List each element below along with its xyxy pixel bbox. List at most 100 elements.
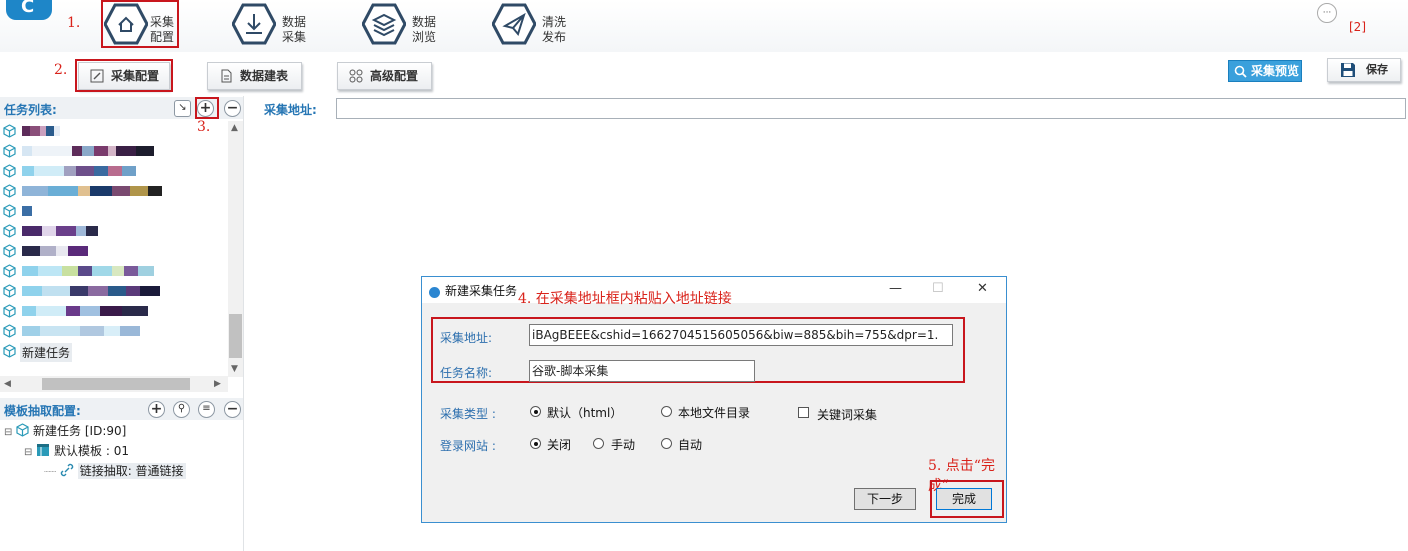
tab-data-table[interactable]: 数据建表 <box>207 62 302 90</box>
list-item[interactable] <box>0 181 228 201</box>
download-icon <box>232 3 276 45</box>
new-task-label: 新建任务 <box>20 343 73 362</box>
cube-icon <box>3 184 16 198</box>
cube-icon <box>3 344 16 358</box>
list-item[interactable] <box>0 221 228 241</box>
redacted-task-name <box>22 266 154 276</box>
collect-preview-label: 采集预览 <box>1251 64 1300 78</box>
tree-node-root[interactable]: ⊟ 新建任务 [ID:90] <box>4 422 126 440</box>
database-icon: ≡ <box>202 403 211 414</box>
list-item[interactable] <box>0 141 228 161</box>
add-link-button[interactable]: ⚲ <box>173 401 190 418</box>
collapse-icon[interactable]: ⊟ <box>4 427 12 438</box>
cube-icon <box>3 304 16 318</box>
cube-icon <box>3 164 16 178</box>
redacted-task-name <box>22 226 98 236</box>
list-item[interactable] <box>0 301 228 321</box>
list-item[interactable] <box>0 121 228 141</box>
radio-login-off[interactable] <box>530 438 541 449</box>
dialog-address-label: 采集地址: <box>440 331 493 345</box>
close-icon[interactable]: ✕ <box>977 281 988 296</box>
minimize-icon[interactable]: — <box>889 281 902 296</box>
collapse-icon[interactable]: ⊟ <box>24 447 32 458</box>
save-button[interactable]: 保存 <box>1327 58 1401 82</box>
list-item[interactable] <box>0 261 228 281</box>
redacted-task-name <box>22 146 154 156</box>
nav-data-collect[interactable]: 数据 采集 <box>232 2 312 46</box>
radio-default-html[interactable] <box>530 406 541 417</box>
list-item[interactable] <box>0 281 228 301</box>
message-icon[interactable]: ··· <box>1317 3 1337 23</box>
scroll-left-icon[interactable]: ◀ <box>4 379 11 389</box>
scroll-thumb[interactable] <box>42 378 190 390</box>
redacted-task-name <box>22 166 136 176</box>
add-template-button[interactable]: + <box>148 401 165 418</box>
cube-icon <box>3 244 16 258</box>
scroll-down-icon[interactable]: ▼ <box>231 364 238 374</box>
plus-icon: + <box>150 401 163 417</box>
list-item[interactable] <box>0 201 228 221</box>
scroll-right-icon[interactable]: ▶ <box>214 379 221 389</box>
save-label: 保存 <box>1366 63 1388 76</box>
redacted-task-name <box>22 206 32 216</box>
address-input[interactable] <box>336 98 1406 119</box>
login-site-label: 登录网站 : <box>440 439 496 453</box>
app-icon <box>429 287 440 298</box>
radio-default-html-label: 默认（html） <box>547 406 623 420</box>
nav-label-line2: 采集 <box>282 30 307 44</box>
keyword-collect-label: 关键词采集 <box>817 408 878 422</box>
annotation-box-step5 <box>930 480 1004 518</box>
radio-login-auto-label: 自动 <box>678 438 703 452</box>
dialog-name-input[interactable]: 谷歌-脚本采集 <box>529 360 755 382</box>
task-list[interactable]: 新建任务 <box>0 121 228 377</box>
import-task-button[interactable]: ↘ <box>174 100 191 117</box>
list-item[interactable] <box>0 241 228 261</box>
collect-type-label: 采集类型 : <box>440 407 496 421</box>
radio-login-manual-label: 手动 <box>611 438 636 452</box>
tree-node-link[interactable]: ┈┈ 链接抽取: 普通链接 <box>44 462 186 480</box>
task-list-vertical-scrollbar[interactable]: ▲ ▼ <box>228 121 243 377</box>
address-label: 采集地址: <box>264 103 317 117</box>
send-icon <box>492 3 536 45</box>
cube-icon <box>3 144 16 158</box>
app-logo <box>6 0 52 20</box>
scroll-thumb[interactable] <box>229 314 242 358</box>
remove-task-button[interactable]: − <box>224 100 241 117</box>
nav-label-line1: 清洗 <box>542 15 567 29</box>
annotation-box-step3 <box>195 97 219 119</box>
list-item-new-task[interactable]: 新建任务 <box>0 341 228 362</box>
table-icon <box>37 444 50 456</box>
next-step-button[interactable]: 下一步 <box>854 488 916 510</box>
minus-icon: − <box>226 100 239 116</box>
import-icon: ↘ <box>178 102 187 113</box>
keyword-collect-checkbox[interactable] <box>798 407 809 418</box>
nav-label-line1: 数据 <box>282 15 307 29</box>
tree-node-template[interactable]: ⊟ 默认模板 : 01 <box>24 442 129 460</box>
nav-clean-publish[interactable]: 清洗 发布 <box>492 2 572 46</box>
remove-template-button[interactable]: − <box>224 401 241 418</box>
collect-preview-button[interactable]: 采集预览 <box>1228 60 1302 82</box>
dialog-address-input[interactable]: iBAgBEEE&cshid=1662704515605056&biw=885&… <box>529 324 953 346</box>
list-item[interactable] <box>0 161 228 181</box>
radio-login-manual[interactable] <box>593 438 604 449</box>
nav-label-line2: 发布 <box>542 30 567 44</box>
template-panel-title: 模板抽取配置: <box>4 404 81 418</box>
document-icon <box>221 69 232 83</box>
layers-icon <box>362 3 406 45</box>
redacted-task-name <box>22 326 140 336</box>
maximize-icon[interactable]: ☐ <box>932 281 944 296</box>
task-list-horizontal-scrollbar[interactable]: ◀ ▶ <box>0 376 228 392</box>
nav-data-browse[interactable]: 数据 浏览 <box>362 2 442 46</box>
redacted-task-name <box>22 306 148 316</box>
tab-advanced-config[interactable]: 高级配置 <box>337 62 432 90</box>
link-icon <box>60 463 74 477</box>
radio-local-dir[interactable] <box>661 406 672 417</box>
scroll-up-icon[interactable]: ▲ <box>231 123 238 133</box>
radio-login-auto[interactable] <box>661 438 672 449</box>
cube-icon <box>3 124 16 138</box>
annotation-box-step1 <box>101 0 179 48</box>
redacted-task-name <box>22 246 88 256</box>
list-item[interactable] <box>0 321 228 341</box>
database-button[interactable]: ≡ <box>198 401 215 418</box>
cube-icon <box>16 423 29 437</box>
